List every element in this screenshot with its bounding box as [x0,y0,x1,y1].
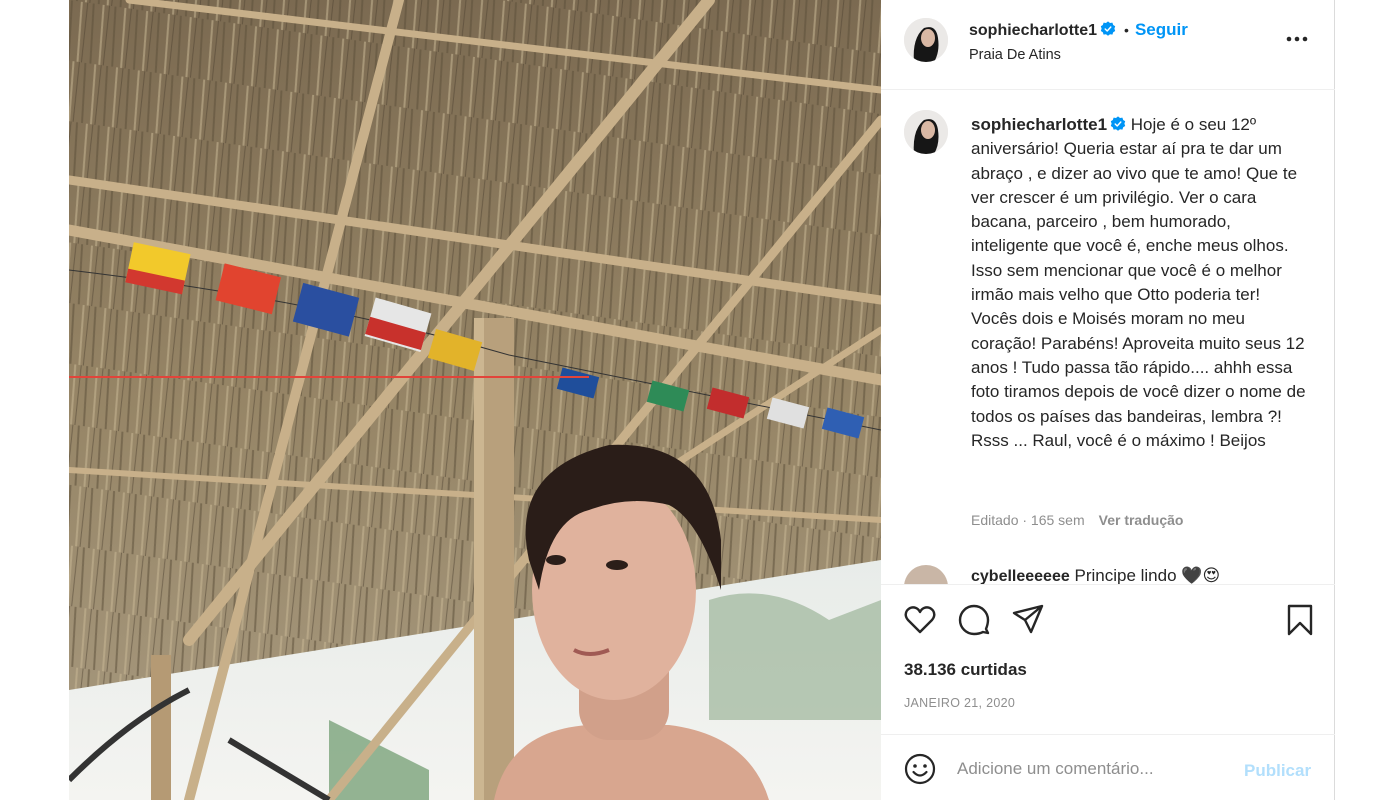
separator-dot: • [1124,22,1129,38]
commenter-avatar[interactable] [904,565,948,584]
post-photo-image [69,0,881,800]
caption-text: Hoje é o seu 12º aniversário! Queria est… [971,115,1306,450]
publish-button[interactable]: Publicar [1244,761,1311,781]
see-translation-button[interactable]: Ver tradução [1099,512,1184,528]
post-actions: 38.136 curtidas JANEIRO 21, 2020 [881,584,1335,734]
comment-icon[interactable] [957,603,991,637]
follow-button[interactable]: Seguir [1135,20,1188,39]
comment-preview-emoji: 🖤😍 [1181,566,1221,584]
comment-input[interactable] [957,755,1227,783]
post-header: sophiecharlotte1 • Seguir Praia De Atins [881,0,1335,90]
heart-icon[interactable] [903,603,937,637]
caption-avatar[interactable] [904,110,948,154]
emoji-icon[interactable] [904,753,936,785]
post-caption: sophiecharlotte1 Hoje é o seu 12º aniver… [971,113,1311,453]
likes-count[interactable]: 38.136 curtidas [904,660,1027,680]
caption-meta: Editado · 165 sem Ver tradução [971,512,1183,528]
comment-preview: cybelleeeeee Principe lindo 🖤😍 [881,560,1335,584]
comment-preview-line: cybelleeeeee Principe lindo 🖤😍 [971,566,1220,584]
comment-preview-text: Principe lindo [1074,566,1177,584]
author-line: sophiecharlotte1 • Seguir [969,20,1188,40]
verified-badge-icon [1110,115,1126,131]
bookmark-icon[interactable] [1283,603,1317,637]
post-location[interactable]: Praia De Atins [969,47,1061,63]
post-photo[interactable] [69,0,881,800]
author-username[interactable]: sophiecharlotte1 [969,22,1097,39]
caption-username[interactable]: sophiecharlotte1 [971,115,1107,134]
author-avatar[interactable] [904,18,948,62]
add-comment-bar: Publicar [881,734,1335,800]
verified-badge-icon [1100,21,1116,37]
edited-timestamp[interactable]: Editado · 165 sem [971,512,1085,528]
commenter-username[interactable]: cybelleeeeee [971,568,1070,584]
share-icon[interactable] [1011,602,1045,636]
post-details-panel: sophiecharlotte1 • Seguir Praia De Atins s… [881,0,1335,800]
post-date: JANEIRO 21, 2020 [904,696,1016,710]
more-options-icon[interactable] [1286,28,1308,50]
